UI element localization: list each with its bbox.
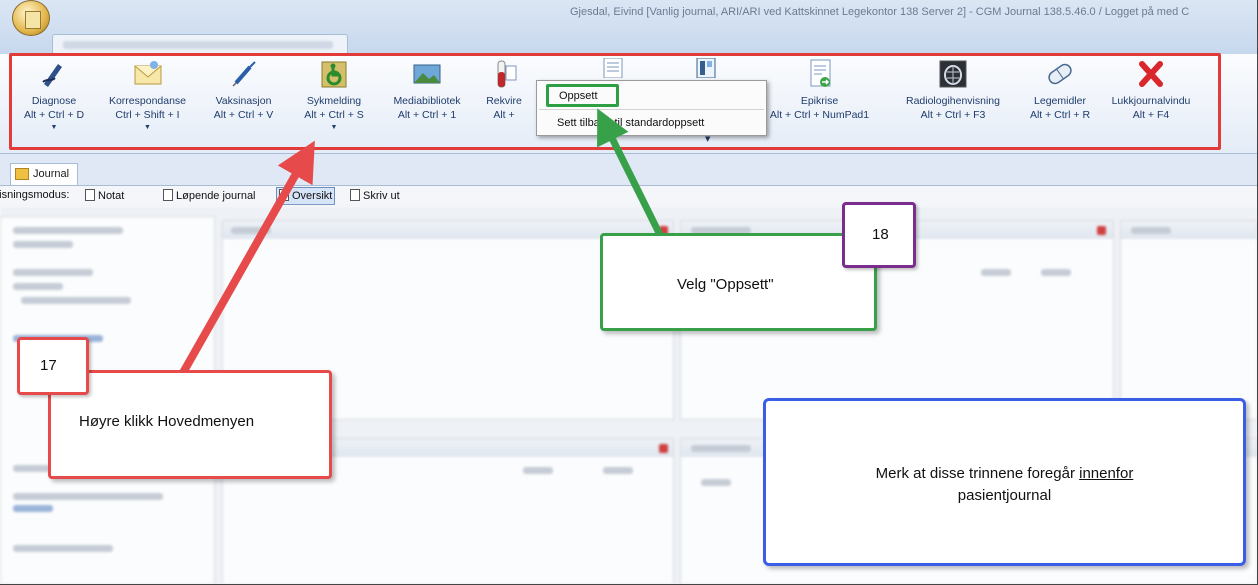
note-text: Merk at disse trinnene foregår innenfor … — [766, 463, 1243, 507]
note-underlined: innenfor — [1079, 465, 1134, 482]
step18-number: 18 — [842, 202, 916, 268]
note-line1: Merk at disse trinnene foregår — [875, 465, 1080, 482]
step18-text: Velg "Oppsett" — [677, 276, 774, 293]
note-callout: Merk at disse trinnene foregår innenfor … — [763, 398, 1246, 566]
step17-number: 17 — [17, 337, 89, 395]
step18-callout: Velg "Oppsett" — [600, 233, 877, 331]
note-line2: pasientjournal — [957, 487, 1052, 504]
step17-arrow — [176, 140, 315, 380]
step18-arrow — [597, 108, 664, 237]
step17-callout: Høyre klikk Hovedmenyen — [48, 370, 332, 479]
step17-text: Høyre klikk Hovedmenyen — [79, 413, 255, 430]
screenshot-canvas: Gjesdal, Eivind [Vanlig journal, ARI/ARI… — [0, 0, 1258, 585]
